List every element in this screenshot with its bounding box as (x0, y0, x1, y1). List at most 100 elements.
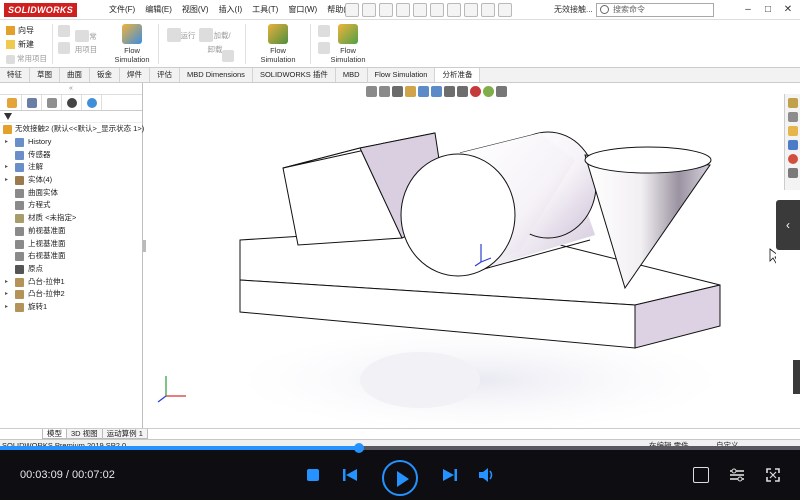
tree-item[interactable]: ▸ 实体(4) (0, 174, 142, 187)
panel-collapse-handle[interactable]: « (0, 83, 142, 95)
undo-icon[interactable] (430, 3, 444, 17)
screenshot-icon[interactable] (693, 467, 709, 483)
tab-weldments[interactable]: 焊件 (120, 68, 150, 82)
tab-sketch[interactable]: 草图 (30, 68, 60, 82)
run-button[interactable]: 运行 (166, 28, 196, 44)
custom-properties-icon[interactable] (788, 168, 798, 178)
menu-file[interactable]: 文件(F) (104, 0, 140, 20)
minimize-button[interactable]: – (738, 0, 758, 20)
previous-view-icon[interactable] (392, 86, 403, 97)
zoom-to-fit-icon[interactable] (366, 86, 377, 97)
search-commands-input[interactable]: 搜索命令 (596, 3, 714, 17)
tree-item[interactable]: ▸ 注解 (0, 161, 142, 174)
expand-arrow-icon[interactable]: ▸ (5, 161, 8, 174)
tree-item[interactable]: 传感器 (0, 149, 142, 162)
tab-model[interactable]: 模型 (42, 429, 67, 439)
expand-arrow-icon[interactable]: ▸ (5, 288, 8, 301)
volume-icon[interactable] (478, 467, 496, 483)
tree-item[interactable]: 曲面实体 (0, 187, 142, 200)
zoom-area-icon[interactable] (379, 86, 390, 97)
fullscreen-icon[interactable] (765, 467, 781, 483)
menu-tools[interactable]: 工具(T) (247, 0, 283, 20)
play-button[interactable] (382, 460, 418, 496)
wizard-button[interactable]: 向导 (6, 25, 34, 36)
tree-item[interactable]: ▸ 凸台-拉伸2 (0, 288, 142, 301)
save-icon[interactable] (396, 3, 410, 17)
new-document-icon[interactable] (362, 3, 376, 17)
view-settings-icon[interactable] (496, 86, 507, 97)
tree-item[interactable]: 方程式 (0, 199, 142, 212)
previous-icon[interactable] (342, 468, 358, 482)
tree-item[interactable]: 原点 (0, 263, 142, 276)
tab-sheet-metal[interactable]: 钣金 (90, 68, 120, 82)
expand-arrow-icon[interactable]: ▸ (5, 136, 8, 149)
tree-item[interactable]: ▸ History (0, 136, 142, 149)
menu-insert[interactable]: 插入(I) (214, 0, 248, 20)
graphics-area[interactable] (146, 83, 776, 428)
property-manager-tab[interactable] (22, 95, 42, 110)
view-orientation-icon[interactable] (431, 86, 442, 97)
print-icon[interactable] (413, 3, 427, 17)
file-properties-icon[interactable] (481, 3, 495, 17)
display-style-icon[interactable] (444, 86, 455, 97)
open-folder-icon[interactable] (379, 3, 393, 17)
tree-item[interactable]: ▸ 旋转1 (0, 301, 142, 314)
flow-simulation-button-2[interactable]: Flow Simulation (258, 24, 298, 64)
edit-appearance-icon[interactable] (470, 86, 481, 97)
flow-simulation-button-3[interactable]: Flow Simulation (328, 24, 368, 64)
tree-item[interactable]: 上视基准面 (0, 238, 142, 251)
tree-item[interactable]: 前视基准面 (0, 225, 142, 238)
tab-flow-simulation[interactable]: Flow Simulation (368, 68, 436, 82)
progress-knob[interactable] (354, 443, 365, 453)
options-gear-icon[interactable] (498, 3, 512, 17)
wizard-gray-button[interactable]: 常用项目 (74, 30, 98, 55)
display-manager-tab[interactable] (82, 95, 102, 110)
tree-item[interactable]: ▸ 凸台-拉伸1 (0, 276, 142, 289)
feature-tree-tab[interactable] (2, 95, 22, 110)
tab-surfaces[interactable]: 曲面 (60, 68, 90, 82)
expand-arrow-icon[interactable]: ▸ (5, 174, 8, 187)
configuration-tab[interactable] (42, 95, 62, 110)
side-panel-toggle[interactable]: ‹ (776, 200, 800, 250)
maximize-button[interactable]: □ (758, 0, 778, 20)
tree-filter[interactable] (0, 111, 142, 123)
tree-item[interactable]: 材质 <未指定> (0, 212, 142, 225)
expand-arrow-icon[interactable]: ▸ (5, 301, 8, 314)
design-library-icon[interactable] (788, 112, 798, 122)
options-gray-button[interactable] (222, 50, 236, 62)
tab-features[interactable]: 特征 (0, 68, 30, 82)
next-icon[interactable] (442, 468, 458, 482)
tree-item[interactable]: 右视基准面 (0, 250, 142, 263)
menu-edit[interactable]: 编辑(E) (140, 0, 177, 20)
hide-show-icon[interactable] (457, 86, 468, 97)
tab-mbd[interactable]: MBD (336, 68, 368, 82)
settings-sliders-icon[interactable] (729, 467, 745, 483)
tree-root[interactable]: 无效接触2 (默认<<默认>_显示状态 1>) (0, 123, 144, 136)
flow-simulation-button-1[interactable]: Flow Simulation (112, 24, 152, 64)
progress-track[interactable] (0, 443, 800, 453)
home-icon[interactable] (345, 3, 359, 17)
tab-mbd-dimensions[interactable]: MBD Dimensions (180, 68, 253, 82)
solidworks-resources-icon[interactable] (788, 98, 798, 108)
aux-icon-1[interactable] (58, 25, 72, 37)
dimxpert-tab[interactable] (62, 95, 82, 110)
view-palette-icon[interactable] (788, 140, 798, 150)
menu-window[interactable]: 窗口(W) (283, 0, 322, 20)
stop-icon[interactable] (306, 468, 320, 482)
tab-evaluate[interactable]: 评估 (150, 68, 180, 82)
tab-3d-views[interactable]: 3D 视图 (66, 429, 103, 439)
new-button[interactable]: 新建 (6, 39, 34, 50)
common-items-button[interactable]: 常用项目 (6, 53, 47, 64)
expand-arrow-icon[interactable]: ▸ (5, 276, 8, 289)
rebuild-icon[interactable] (464, 3, 478, 17)
aux-icon-2[interactable] (58, 42, 72, 54)
apply-scene-icon[interactable] (483, 86, 494, 97)
menu-view[interactable]: 视图(V) (177, 0, 214, 20)
dynamic-annotation-icon[interactable] (418, 86, 429, 97)
section-view-icon[interactable] (405, 86, 416, 97)
tab-analysis-preparation[interactable]: 分析准备 (435, 68, 481, 82)
file-explorer-icon[interactable] (788, 126, 798, 136)
solidworks-logo[interactable]: SOLIDWORKS (4, 3, 77, 17)
select-arrow-icon[interactable] (447, 3, 461, 17)
close-button[interactable]: ✕ (778, 0, 798, 20)
